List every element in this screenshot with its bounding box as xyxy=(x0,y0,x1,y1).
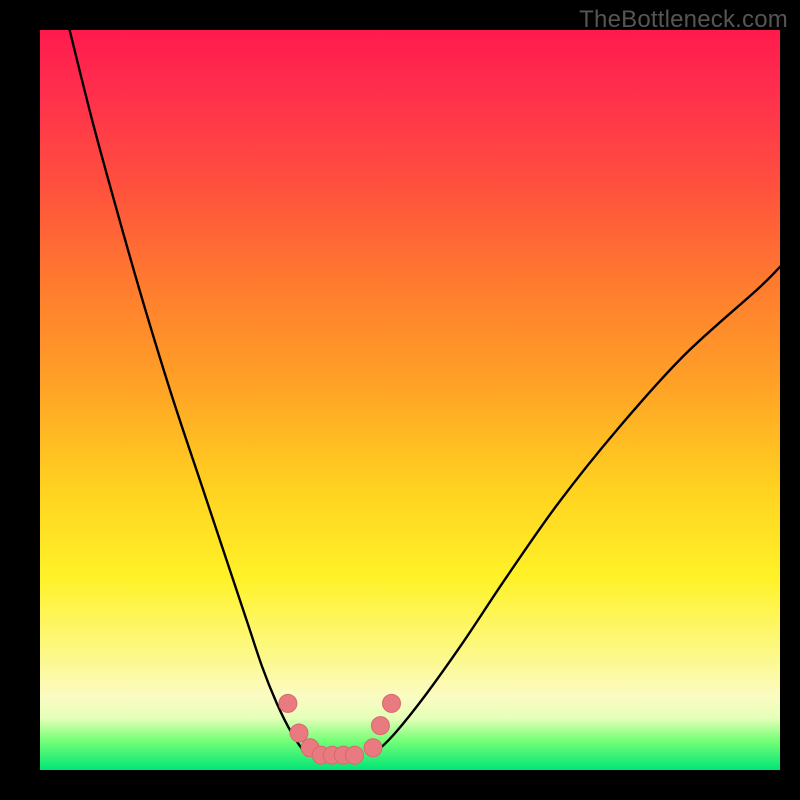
trough-markers xyxy=(279,694,401,764)
plot-area xyxy=(40,30,780,770)
trough-marker xyxy=(334,746,352,764)
trough-marker xyxy=(371,717,389,735)
curve-right xyxy=(373,267,780,755)
trough-marker xyxy=(383,694,401,712)
trough-marker xyxy=(323,746,341,764)
trough-marker xyxy=(279,694,297,712)
curve-left xyxy=(70,30,307,755)
trough-marker xyxy=(346,746,364,764)
trough-marker xyxy=(312,746,330,764)
curve-layer xyxy=(40,30,780,770)
trough-marker xyxy=(290,724,308,742)
chart-frame: TheBottleneck.com xyxy=(0,0,800,800)
trough-marker xyxy=(364,739,382,757)
trough-marker xyxy=(301,739,319,757)
